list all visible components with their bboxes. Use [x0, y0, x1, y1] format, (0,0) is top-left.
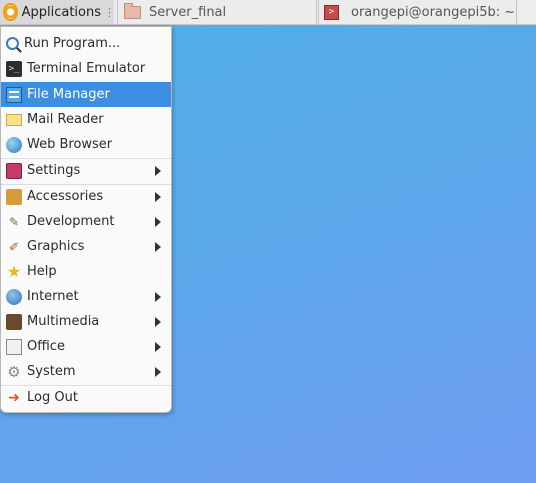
submenu-arrow-icon — [155, 317, 161, 327]
menu-item-label: Development — [27, 214, 115, 229]
submenu-arrow-icon — [155, 367, 161, 377]
menu-item-graphics[interactable]: ✐ Graphics — [1, 234, 171, 259]
submenu-arrow-icon — [155, 342, 161, 352]
menu-item-internet[interactable]: Internet — [1, 284, 171, 309]
menu-item-system[interactable]: ⚙ System — [1, 359, 171, 384]
menu-item-label: Mail Reader — [27, 112, 104, 127]
submenu-arrow-icon — [155, 192, 161, 202]
menu-item-label: Internet — [27, 289, 79, 304]
menu-item-help[interactable]: ★ Help — [1, 259, 171, 284]
submenu-arrow-icon — [155, 166, 161, 176]
menu-item-label: Graphics — [27, 239, 85, 254]
submenu-arrow-icon — [155, 242, 161, 252]
panel-handle[interactable]: ⋮ — [104, 6, 115, 19]
terminal-icon: >_ — [6, 60, 22, 77]
menu-item-terminal-emulator[interactable]: >_ Terminal Emulator — [1, 56, 171, 81]
menu-item-mail-reader[interactable]: Mail Reader — [1, 107, 171, 132]
xfce-logo-icon — [3, 3, 18, 21]
menu-item-label: Settings — [27, 163, 81, 178]
submenu-arrow-icon — [155, 292, 161, 302]
settings-icon — [6, 162, 22, 179]
graphics-icon: ✐ — [8, 239, 20, 254]
folder-icon — [124, 2, 141, 19]
menu-item-label: System — [27, 364, 76, 379]
search-icon — [6, 37, 19, 50]
menu-item-file-manager[interactable]: File Manager — [1, 82, 171, 107]
menu-item-label: Accessories — [27, 189, 104, 204]
office-icon — [6, 338, 22, 355]
applications-label: Applications — [21, 4, 101, 20]
applications-menu: Run Program... >_ Terminal Emulator File… — [0, 26, 172, 413]
menu-item-label: Web Browser — [27, 137, 113, 152]
terminal-window-icon: > — [324, 4, 339, 20]
menu-item-accessories[interactable]: Accessories — [1, 184, 171, 209]
internet-icon — [6, 288, 22, 305]
logout-icon: ➜ — [8, 389, 20, 406]
gear-icon: ⚙ — [7, 362, 21, 381]
menu-item-settings[interactable]: Settings — [1, 158, 171, 183]
accessories-icon — [6, 188, 22, 205]
menu-item-log-out[interactable]: ➜ Log Out — [1, 385, 171, 410]
taskbar-item-server-final[interactable]: Server_final — [117, 0, 317, 24]
applications-menu-button[interactable]: Applications ⋮ — [0, 0, 115, 24]
menu-item-label: Help — [27, 264, 57, 279]
menu-item-office[interactable]: Office — [1, 334, 171, 359]
development-icon: ✎ — [8, 214, 20, 229]
submenu-arrow-icon — [155, 217, 161, 227]
menu-item-label: Log Out — [27, 390, 78, 405]
file-manager-icon — [6, 86, 22, 103]
menu-item-label: Office — [27, 339, 65, 354]
multimedia-icon — [6, 313, 22, 330]
menu-item-multimedia[interactable]: Multimedia — [1, 309, 171, 334]
taskbar-item-label: Server_final — [149, 4, 227, 20]
menu-item-label: Run Program... — [24, 36, 121, 51]
menu-item-label: Terminal Emulator — [27, 61, 146, 76]
menu-item-web-browser[interactable]: Web Browser — [1, 132, 171, 157]
star-icon: ★ — [6, 261, 22, 281]
taskbar-item-terminal[interactable]: > orangepi@orangepi5b: ~ — [318, 0, 517, 24]
top-panel: Applications ⋮ Server_final > orangepi@o… — [0, 0, 536, 25]
menu-item-run-program[interactable]: Run Program... — [1, 31, 171, 56]
globe-icon — [6, 136, 22, 153]
menu-item-label: File Manager — [27, 87, 110, 102]
mail-icon — [6, 113, 22, 126]
taskbar-item-label: orangepi@orangepi5b: ~ — [351, 4, 516, 20]
menu-item-development[interactable]: ✎ Development — [1, 209, 171, 234]
menu-item-label: Multimedia — [27, 314, 100, 329]
